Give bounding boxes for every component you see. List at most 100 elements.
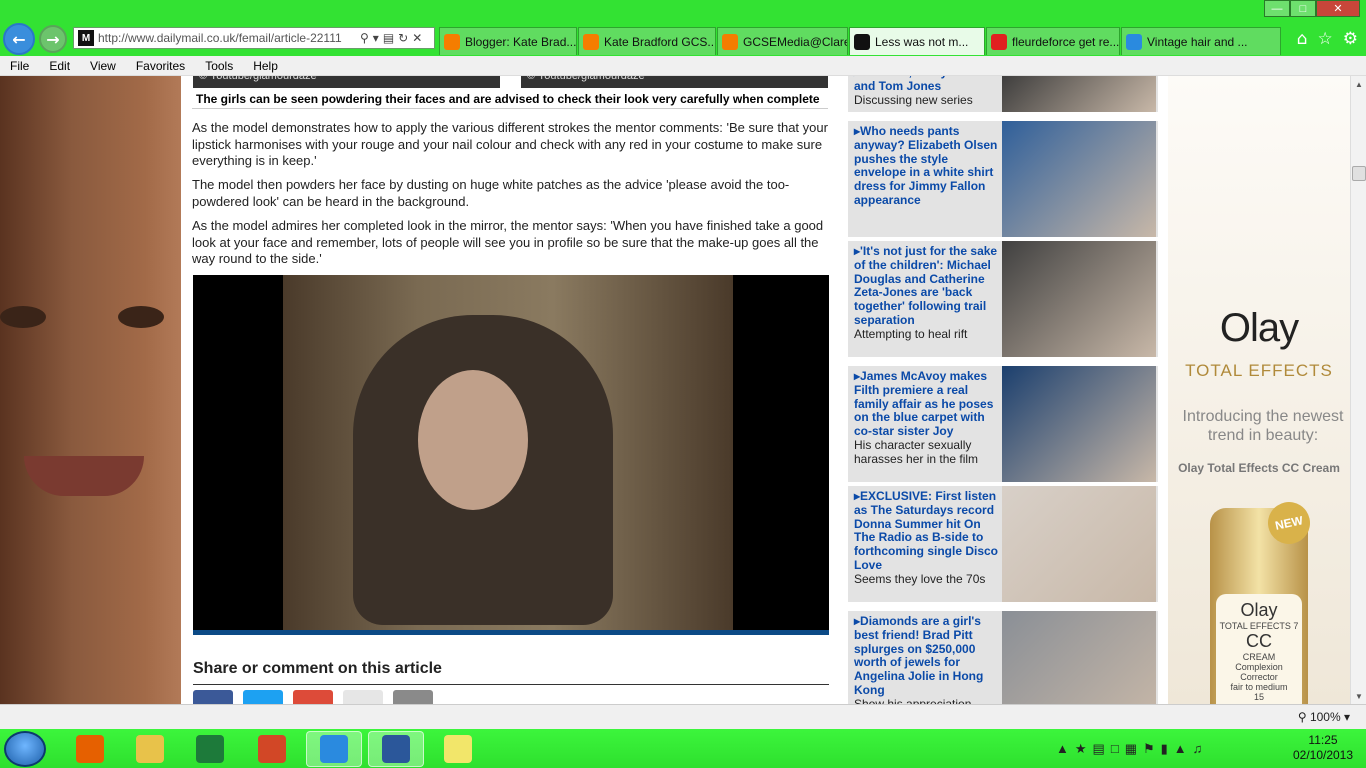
sidebar-story[interactable]: EXCLUSIVE: First listen as The Saturdays… bbox=[848, 486, 1158, 602]
minimize-button[interactable]: — bbox=[1264, 0, 1290, 17]
story-headline[interactable]: Diamonds are a girl's best friend! Brad … bbox=[854, 614, 1000, 698]
app-tray-icon[interactable]: □ bbox=[1111, 741, 1119, 756]
dropdown-icon[interactable]: ▾ bbox=[373, 31, 379, 45]
youtube-icon bbox=[991, 33, 1007, 50]
internet-explorer-icon bbox=[320, 735, 348, 763]
battery-icon[interactable]: ▮ bbox=[1161, 741, 1168, 757]
favorites-star-icon[interactable]: ☆ bbox=[1318, 29, 1333, 49]
volume-icon[interactable]: ♫ bbox=[1193, 741, 1203, 756]
home-icon[interactable]: ⌂ bbox=[1297, 29, 1308, 49]
story-thumbnail[interactable] bbox=[1002, 121, 1156, 237]
tab-label: GCSEMedia@Clare... bbox=[743, 34, 847, 49]
right-olay-advert[interactable]: Olay TOTAL EFFECTS Introducing the newes… bbox=[1168, 76, 1350, 704]
close-window-button[interactable]: ✕ bbox=[1316, 0, 1360, 17]
story-thumbnail[interactable] bbox=[1002, 486, 1156, 602]
browser-tab[interactable]: fleurdeforce get re... bbox=[986, 27, 1120, 55]
facebook-share-icon[interactable] bbox=[193, 690, 233, 704]
story-headline[interactable]: Will.i.am, Ricky Wilson and Tom Jones bbox=[854, 76, 1000, 94]
vertical-scrollbar[interactable]: ▲ ▼ bbox=[1350, 76, 1366, 704]
network-tray-icon[interactable]: ▤ bbox=[1093, 741, 1105, 757]
zoom-control[interactable]: ⚲ 100% ▾ bbox=[1298, 710, 1350, 724]
zoom-level: 100% bbox=[1309, 710, 1341, 724]
back-button[interactable]: ← bbox=[3, 23, 35, 55]
bottle-label: Olay TOTAL EFFECTS 7 CC CREAM Complexion… bbox=[1216, 594, 1302, 704]
address-url[interactable]: http://www.dailymail.co.uk/femail/articl… bbox=[98, 31, 356, 45]
sidebar-story[interactable]: Diamonds are a girl's best friend! Brad … bbox=[848, 611, 1158, 704]
browser-tab[interactable]: GCSEMedia@Clare... bbox=[717, 27, 848, 55]
forward-button[interactable]: → bbox=[39, 25, 67, 53]
sidebar-story[interactable]: 'It's not just for the sake of the child… bbox=[848, 241, 1158, 357]
stop-icon[interactable]: ✕ bbox=[412, 31, 422, 45]
bottle-spf: 15 bbox=[1253, 692, 1264, 702]
story-headline[interactable]: James McAvoy makes Filth premiere a real… bbox=[854, 369, 1000, 439]
left-skin-advert-image[interactable] bbox=[0, 76, 181, 704]
googleplus-share-icon[interactable] bbox=[293, 690, 333, 704]
bottle-cc: CC bbox=[1246, 631, 1272, 651]
menu-view[interactable]: View bbox=[80, 59, 126, 73]
tab-label: Less was not m... bbox=[875, 34, 969, 49]
menu-file[interactable]: File bbox=[0, 59, 39, 73]
sidebar-story[interactable]: James McAvoy makes Filth premiere a real… bbox=[848, 366, 1158, 482]
back-arrow-icon: ← bbox=[12, 29, 26, 49]
action-center-icon[interactable]: ⚑ bbox=[1143, 741, 1155, 757]
video-model-face bbox=[418, 370, 528, 510]
search-icon[interactable]: ⚲ bbox=[360, 31, 369, 45]
story-thumbnail[interactable] bbox=[1002, 76, 1156, 112]
system-tray: ▲ ★ ▤ □ ▦ ⚑ ▮ ▲ ♫ bbox=[1056, 729, 1202, 768]
refresh-icon[interactable]: ↻ bbox=[398, 31, 408, 45]
firefox-icon bbox=[76, 735, 104, 763]
clock[interactable]: 11:25 02/10/2013 bbox=[1290, 733, 1356, 763]
advert-headline: Introducing the newest trend in beauty: bbox=[1182, 408, 1344, 444]
menu-bar: File Edit View Favorites Tools Help bbox=[0, 56, 1366, 76]
twitter-share-icon[interactable] bbox=[243, 690, 283, 704]
sidebar-story[interactable]: Who needs pants anyway? Elizabeth Olsen … bbox=[848, 121, 1158, 237]
tab-label: Kate Bradford GCS... bbox=[604, 34, 716, 49]
signal-icon[interactable]: ▲ bbox=[1174, 741, 1187, 756]
taskbar-excel-button[interactable] bbox=[182, 731, 238, 767]
story-thumbnail[interactable] bbox=[1002, 366, 1156, 482]
story-thumbnail[interactable] bbox=[1002, 611, 1156, 704]
scroll-down-icon[interactable]: ▼ bbox=[1351, 688, 1366, 704]
taskbar-sticky-notes-button[interactable] bbox=[430, 731, 486, 767]
tools-gear-icon[interactable]: ⚙ bbox=[1343, 29, 1358, 49]
share-heading: Share or comment on this article bbox=[193, 660, 829, 685]
advert-smile bbox=[24, 456, 144, 496]
story-thumbnail[interactable] bbox=[1002, 241, 1156, 357]
browser-tab[interactable]: Vintage hair and ... bbox=[1121, 27, 1281, 55]
scroll-up-icon[interactable]: ▲ bbox=[1351, 76, 1366, 92]
word-icon bbox=[382, 735, 410, 763]
taskbar-firefox-button[interactable] bbox=[62, 731, 118, 767]
notes-tray-icon[interactable]: ▦ bbox=[1125, 741, 1137, 757]
browser-tab[interactable]: Kate Bradford GCS... bbox=[578, 27, 716, 55]
story-headline[interactable]: 'It's not just for the sake of the child… bbox=[854, 244, 1000, 328]
taskbar-explorer-button[interactable] bbox=[122, 731, 178, 767]
compat-view-icon[interactable]: ▤ bbox=[383, 31, 394, 45]
sidebar-story[interactable]: Will.i.am, Ricky Wilson and Tom JonesDis… bbox=[848, 76, 1158, 112]
more-share-icon[interactable] bbox=[393, 690, 433, 704]
star-tray-icon[interactable]: ★ bbox=[1075, 741, 1087, 757]
show-hidden-icons-icon[interactable]: ▲ bbox=[1056, 741, 1069, 756]
scroll-thumb[interactable] bbox=[1352, 166, 1366, 181]
story-headline[interactable]: Who needs pants anyway? Elizabeth Olsen … bbox=[854, 124, 1000, 208]
maximize-button[interactable]: □ bbox=[1290, 0, 1316, 17]
taskbar-powerpoint-button[interactable] bbox=[244, 731, 300, 767]
story-subline: Discussing new series bbox=[854, 92, 973, 107]
image-caption: The girls can be seen powdering their fa… bbox=[192, 90, 828, 109]
story-subline: His character sexually harasses her in t… bbox=[854, 437, 979, 466]
taskbar-word-button[interactable] bbox=[368, 731, 424, 767]
advert-product: Olay Total Effects CC Cream bbox=[1178, 461, 1340, 475]
menu-tools[interactable]: Tools bbox=[195, 59, 243, 73]
browser-tab[interactable]: Less was not m... bbox=[849, 27, 985, 55]
site-favicon-icon: M bbox=[78, 30, 94, 46]
menu-favorites[interactable]: Favorites bbox=[126, 59, 195, 73]
address-bar[interactable]: M http://www.dailymail.co.uk/femail/arti… bbox=[73, 27, 435, 49]
taskbar-internet-explorer-button[interactable] bbox=[306, 731, 362, 767]
story-headline[interactable]: EXCLUSIVE: First listen as The Saturdays… bbox=[854, 489, 1000, 573]
email-share-icon[interactable] bbox=[343, 690, 383, 704]
start-button[interactable] bbox=[4, 731, 46, 767]
menu-help[interactable]: Help bbox=[243, 59, 288, 73]
browser-tab[interactable]: Blogger: Kate Brad... bbox=[439, 27, 577, 55]
olay-line: TOTAL EFFECTS bbox=[1185, 361, 1333, 380]
video-player[interactable] bbox=[193, 275, 829, 635]
menu-edit[interactable]: Edit bbox=[39, 59, 80, 73]
